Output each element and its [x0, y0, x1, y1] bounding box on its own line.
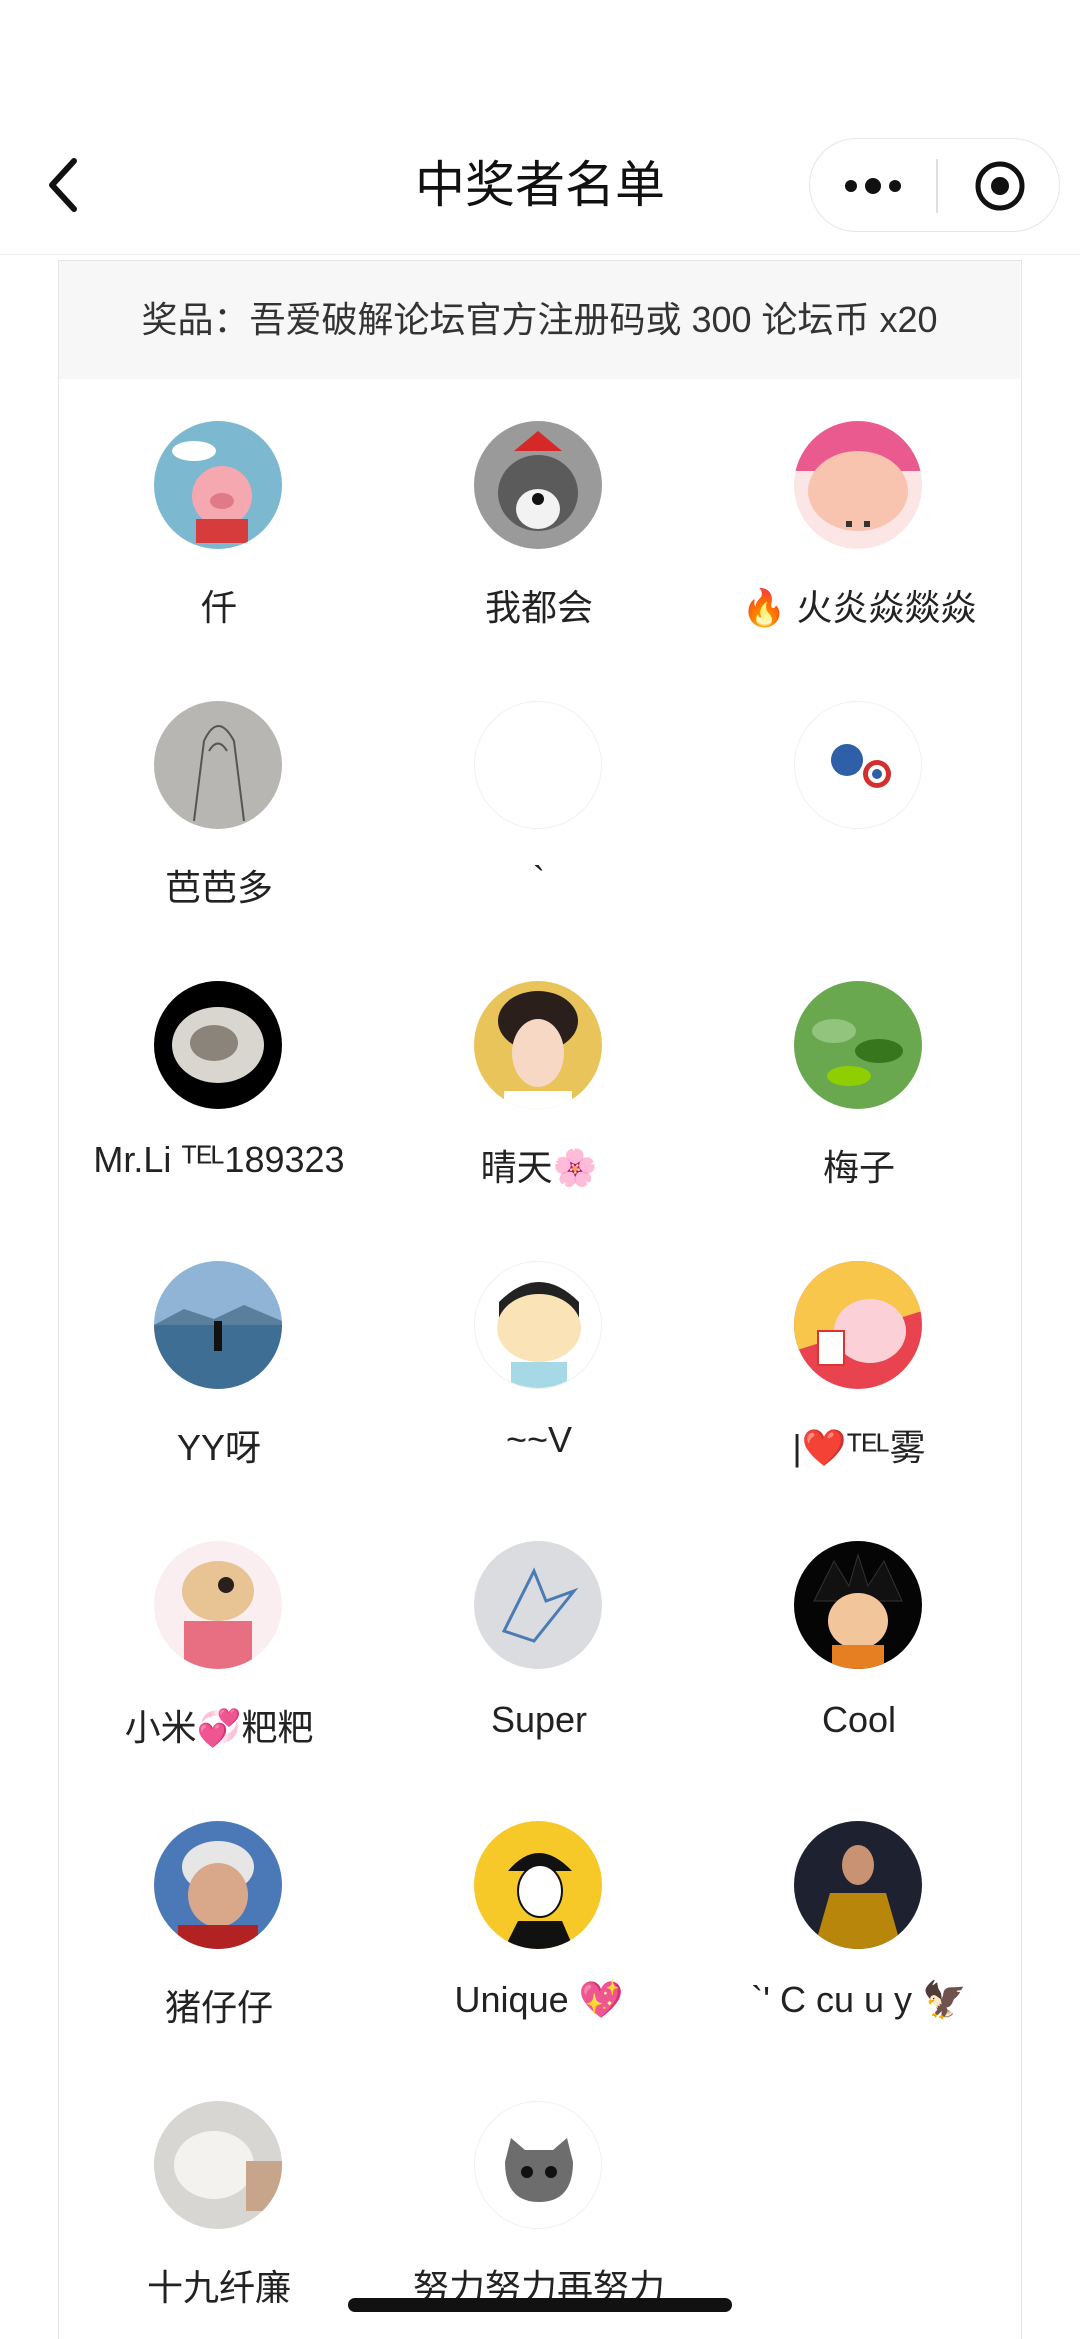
more-button[interactable] [810, 139, 936, 233]
boy-black-cap-avatar [474, 1821, 602, 1949]
winner-card: 🔥 火炎焱燚焱 [699, 379, 1019, 659]
captain-america-avatar [794, 701, 922, 829]
winner-card: 小米💞粑粑 [59, 1499, 379, 1779]
winner-name: |❤️ᵀᴱᴸ雾 [792, 1427, 926, 1468]
winner-card: `' C cu u y 🦅 [699, 1779, 1019, 2059]
close-button[interactable] [938, 139, 1061, 233]
more-dots-icon [845, 178, 901, 194]
winner-card: 猪仔仔 [59, 1779, 379, 2059]
target-close-icon [975, 161, 1024, 211]
winner-card: ` [379, 659, 699, 939]
sketch-drawing-avatar [154, 701, 282, 829]
winner-card: YY呀 [59, 1219, 379, 1499]
mini-program-capsule [809, 138, 1060, 232]
prize-info: 奖品：吾爱破解论坛官方注册码或 300 论坛币 x20 [59, 261, 1020, 379]
winner-name: Cool [821, 1699, 897, 1740]
navigation-bar: 中奖者名单 [0, 0, 1080, 255]
winner-name: 梅子 [822, 1147, 895, 1188]
blue-dragon-sketch-avatar [474, 1541, 602, 1669]
anime-boy-avatar [474, 981, 602, 1109]
winner-name: 小米💞粑粑 [124, 1707, 314, 1748]
winner-name: `' C cu u y 🦅 [751, 1979, 967, 2020]
winner-card: Unique 💖 [379, 1779, 699, 2059]
crayon-shin-chan-avatar [474, 1261, 602, 1389]
blank-white-avatar [474, 701, 602, 829]
footballer-avatar [794, 1821, 922, 1949]
winner-name: Super [490, 1699, 588, 1740]
winner-name: ~~V [505, 1419, 573, 1460]
winner-card: 十九纤廉 [59, 2059, 379, 2339]
winner-card: 努力努力再努力 [379, 2059, 699, 2339]
husky-dog-avatar [474, 421, 602, 549]
winner-card [699, 659, 1019, 939]
winner-card: ~~V [379, 1219, 699, 1499]
winner-name: YY呀 [176, 1427, 262, 1468]
grandma-photo-avatar [154, 1821, 282, 1949]
winner-name: 我都会 [484, 587, 593, 628]
pink-cartoon-face-avatar [794, 421, 922, 549]
winner-card: 晴天🌸 [379, 939, 699, 1219]
goku-avatar [794, 1541, 922, 1669]
home-indicator[interactable] [348, 2298, 732, 2312]
winner-name: 猪仔仔 [164, 1987, 273, 2028]
winner-name: 🔥 火炎焱燚焱 [741, 587, 977, 628]
winner-card: 我都会 [379, 379, 699, 659]
winner-name: 仟 [200, 587, 237, 628]
winner-card: 仟 [59, 379, 379, 659]
pig-cartoon-avatar [154, 421, 282, 549]
winner-card: 梅子 [699, 939, 1019, 1219]
winner-card: |❤️ᵀᴱᴸ雾 [699, 1219, 1019, 1499]
winner-name: 晴天🌸 [480, 1147, 598, 1188]
lake-person-avatar [154, 1261, 282, 1389]
winner-list-panel: 奖品：吾爱破解论坛官方注册码或 300 论坛币 x20 仟 我都会 🔥 火炎焱燚… [58, 260, 1022, 2339]
cartoon-bear-avatar [154, 1541, 282, 1669]
white-kitten-avatar [154, 2101, 282, 2229]
green-plant-avatar [794, 981, 922, 1109]
pink-pig-red-avatar [794, 1261, 922, 1389]
winner-card: Mr.Li ᵀᴱᴸ189323 [59, 939, 379, 1219]
winner-name: Mr.Li ᵀᴱᴸ189323 [93, 1139, 345, 1180]
winner-name: 十九纤廉 [146, 2267, 291, 2308]
wolf-rock-avatar [154, 981, 282, 1109]
gray-cat-avatar [474, 2101, 602, 2229]
winner-name: 芭芭多 [164, 867, 273, 908]
winner-card: Super [379, 1499, 699, 1779]
winner-name: Unique 💖 [454, 1979, 624, 2020]
winner-name: ` [533, 859, 545, 900]
winner-card: Cool [699, 1499, 1019, 1779]
winner-card: 芭芭多 [59, 659, 379, 939]
